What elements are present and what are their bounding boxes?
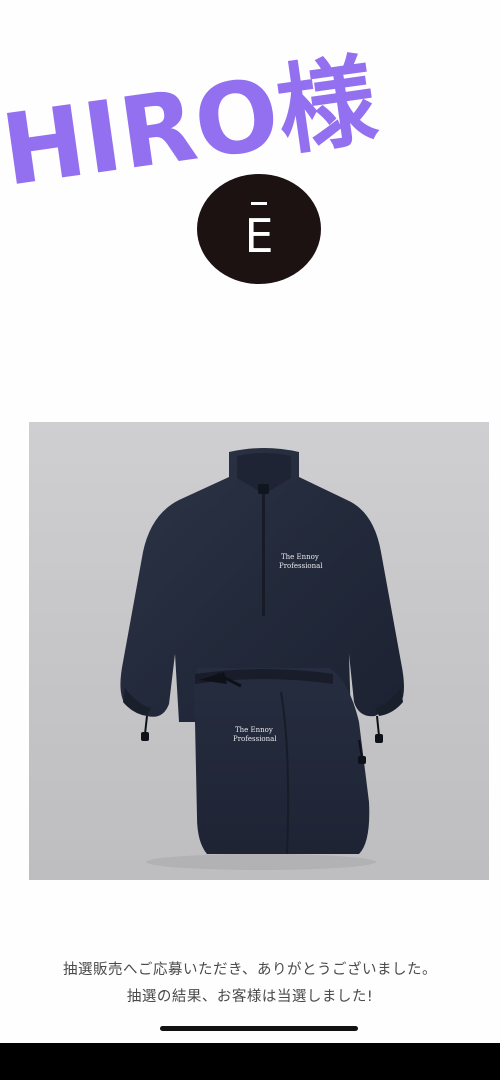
jacket-print-line-2: Professional bbox=[279, 562, 323, 570]
brand-logo-letter: E bbox=[244, 209, 273, 263]
home-indicator[interactable] bbox=[160, 1026, 358, 1031]
product-photo: The Ennoy Professional The Ennoy Profess… bbox=[29, 422, 489, 880]
pants-print-line-1: The Ennoy bbox=[235, 726, 273, 734]
overlay-label-text: HIRO様 bbox=[0, 44, 384, 200]
result-message: 抽選の結果、お客様は当選しました! bbox=[126, 989, 374, 1005]
bottom-bar bbox=[0, 1043, 500, 1080]
fleece-setup-photo: The Ennoy Professional The Ennoy Profess… bbox=[120, 448, 404, 870]
brand-logo-icon: E bbox=[244, 202, 274, 263]
page: HIRO様 E The Ennoy Professional The Ennoy… bbox=[0, 0, 500, 1080]
brand-logo: E bbox=[197, 174, 321, 284]
jacket-print-line-1: The Ennoy bbox=[281, 553, 319, 561]
pants-print-line-2: Professional bbox=[233, 735, 277, 743]
thanks-message: 抽選販売へご応募いただき、ありがとうございました。 bbox=[63, 962, 437, 978]
